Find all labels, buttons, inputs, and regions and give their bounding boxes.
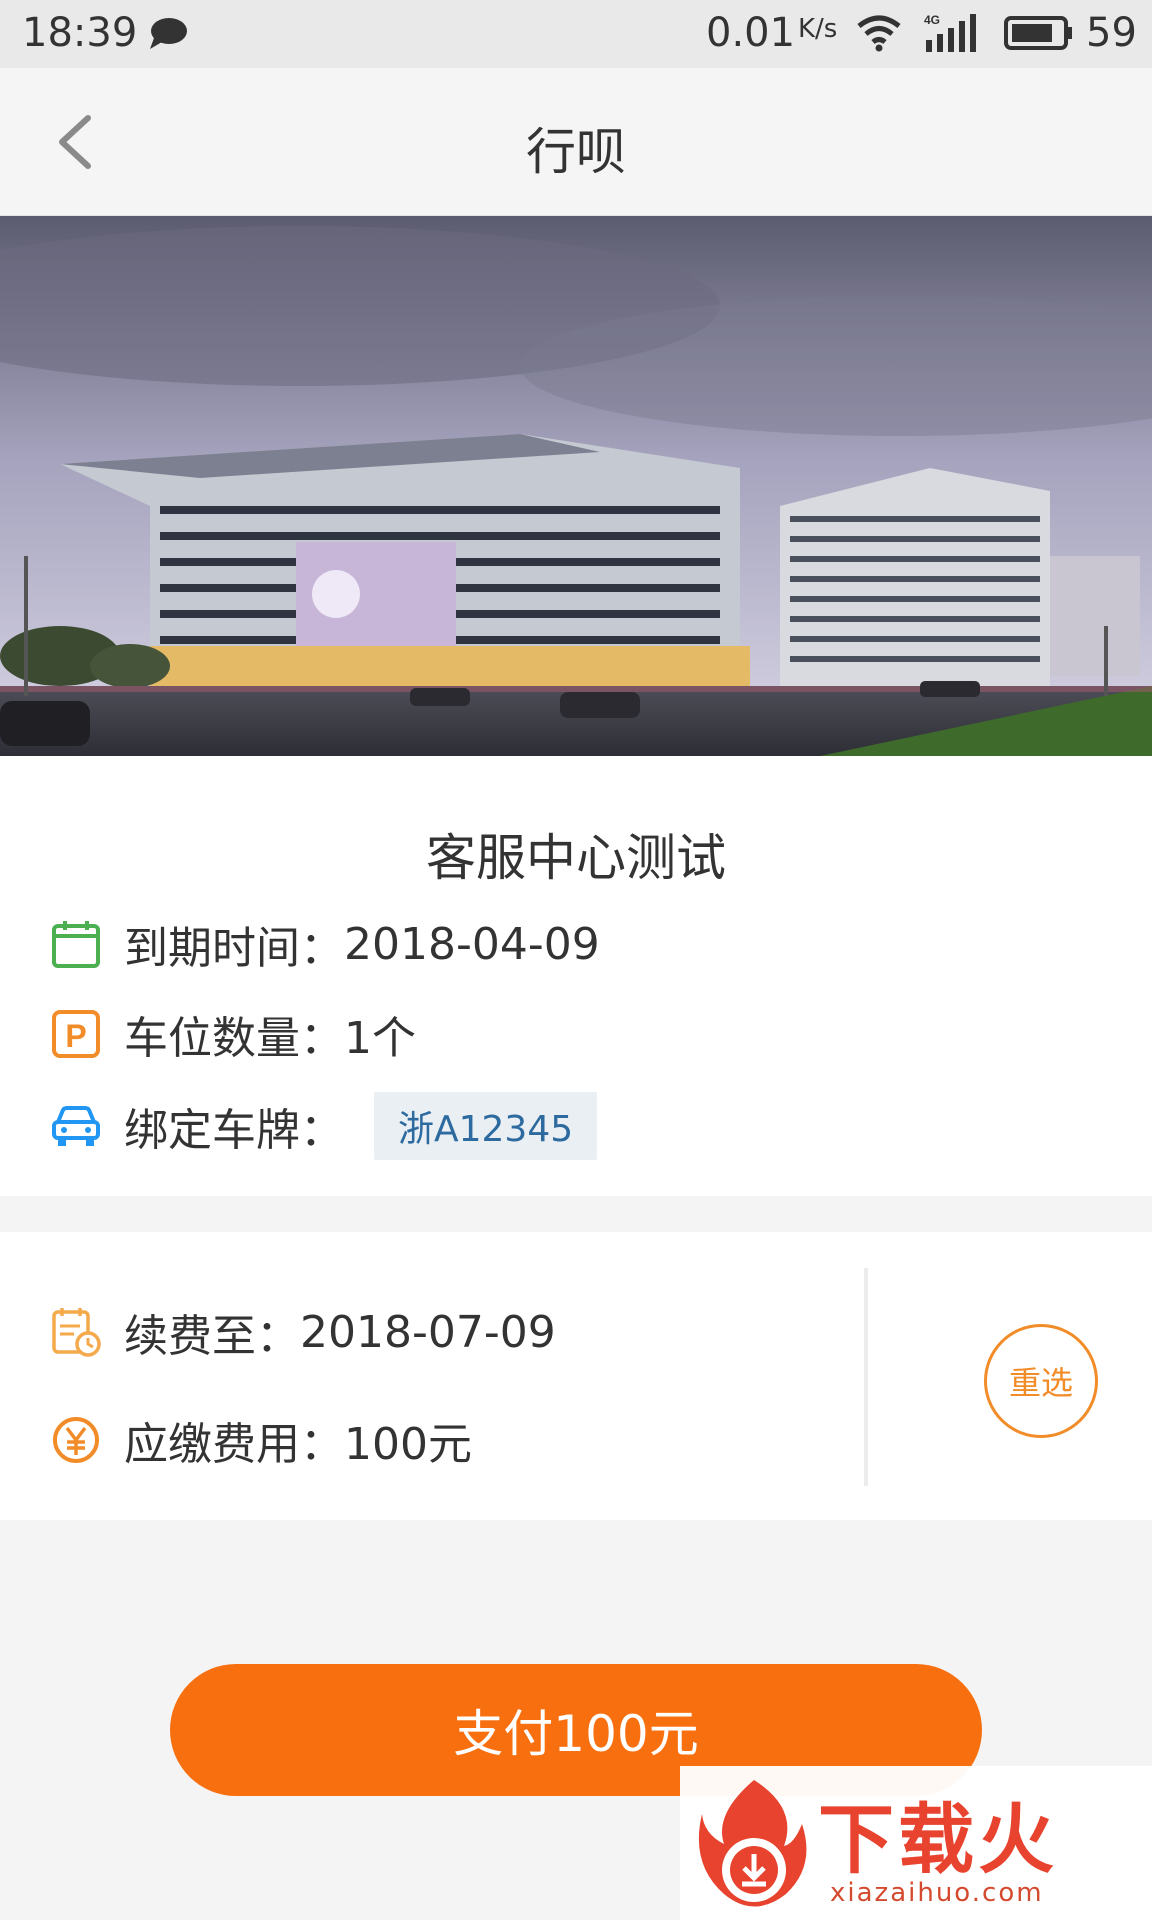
expiry-label: 到期时间： [124, 923, 344, 974]
parking-icon: P [52, 1010, 100, 1058]
spaces-value: 1个 [344, 1013, 416, 1064]
renew-until-label: 续费至： [124, 1311, 300, 1362]
svg-text:P: P [65, 1018, 86, 1054]
signal-icon: 4G [924, 13, 976, 52]
fee-row: 应缴费用： 100元 [50, 1410, 472, 1470]
nav-bar: 行呗 [0, 68, 1152, 216]
network-speed: 0.01 [706, 10, 796, 56]
network-type-label: 4G [924, 13, 940, 27]
renew-until-value: 2018-07-09 [300, 1306, 556, 1358]
renew-until-row: 续费至： 2018-07-09 [50, 1302, 556, 1362]
battery-icon [1004, 16, 1072, 50]
renewal-card: 续费至： 2018-07-09 应缴费用： 100元 重选 [0, 1232, 1152, 1520]
page-title: 行呗 [526, 123, 626, 181]
watermark: 下载火 xiazaihuo.com [680, 1766, 1152, 1920]
plate-label: 绑定车牌： [124, 1105, 344, 1156]
spaces-label: 车位数量： [124, 1013, 344, 1064]
expiry-value: 2018-04-09 [344, 918, 600, 970]
status-bar: 18:39 0.01 K/s 4G 59 [0, 0, 1152, 68]
fee-value: 100元 [344, 1419, 472, 1470]
vertical-divider [864, 1268, 868, 1486]
status-time: 18:39 [22, 10, 138, 56]
fee-label: 应缴费用： [124, 1419, 344, 1470]
watermark-title: 下载火 [818, 1795, 1058, 1884]
plate-number-tag: 浙A12345 [374, 1092, 598, 1160]
wifi-icon [857, 15, 901, 52]
parking-lot-banner-image [0, 216, 1152, 756]
spaces-row: P 车位数量： 1个 [50, 1004, 416, 1064]
plate-row: 绑定车牌： 浙A12345 [50, 1092, 598, 1160]
calendar-clock-icon [52, 1308, 101, 1357]
watermark-url: xiazaihuo.com [830, 1878, 1044, 1908]
chat-icon [150, 18, 187, 49]
expiry-row: 到期时间： 2018-04-09 [50, 914, 600, 974]
parking-lot-name: 客服中心测试 [426, 829, 726, 887]
network-speed-unit: K/s [798, 14, 838, 44]
battery-level: 59 [1086, 10, 1137, 56]
parking-lot-info-card: 客服中心测试 到期时间： 2018-04-09 P 车位数量： 1个 绑定车牌：… [0, 756, 1152, 1196]
car-icon [52, 1106, 100, 1146]
flame-logo-icon [698, 1780, 807, 1907]
calendar-icon [52, 921, 100, 968]
reselect-button[interactable]: 重选 [984, 1324, 1098, 1438]
yuan-icon [53, 1417, 99, 1463]
